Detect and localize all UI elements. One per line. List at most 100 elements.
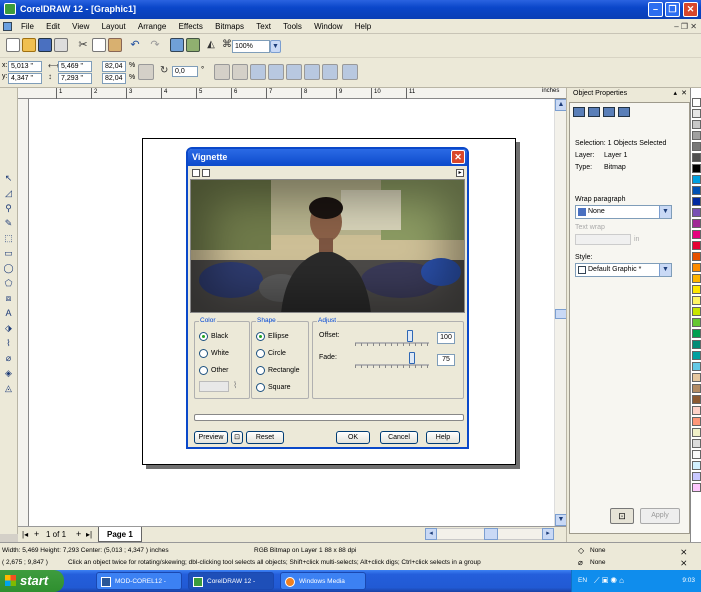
document-icon[interactable] [3, 22, 12, 31]
palette-swatch[interactable] [692, 296, 701, 305]
edit-bitmap-icon[interactable] [268, 64, 284, 80]
palette-swatch[interactable] [692, 263, 701, 272]
palette-swatch[interactable] [692, 395, 701, 404]
palette-swatch[interactable] [692, 197, 701, 206]
horizontal-scrollbar[interactable]: ◂ ▸ [425, 528, 554, 540]
add-page-icon[interactable]: + [76, 527, 81, 542]
palette-swatch[interactable] [692, 472, 701, 481]
menu-arrange[interactable]: Arrange [133, 19, 171, 34]
chevron-down-icon[interactable]: ▼ [659, 264, 671, 276]
wrap-text-icon[interactable] [250, 64, 266, 80]
new-icon[interactable] [6, 38, 20, 52]
height-field[interactable]: 7,293 " [58, 73, 92, 84]
start-button[interactable]: start [0, 570, 64, 592]
lock-ratio-icon[interactable] [138, 64, 154, 80]
palette-swatch[interactable] [692, 98, 701, 107]
palette-swatch[interactable] [692, 219, 701, 228]
pick-tool-icon[interactable]: ↖ [2, 172, 15, 184]
zoom-dropdown-icon[interactable]: ▼ [270, 40, 281, 53]
eyedropper-icon[interactable]: ⌇ [233, 380, 237, 391]
palette-swatch[interactable] [692, 329, 701, 338]
undo-icon[interactable]: ↶ [128, 38, 142, 52]
freehand-tool-icon[interactable]: ✎ [2, 217, 15, 229]
menu-bitmaps[interactable]: Bitmaps [210, 19, 249, 34]
palette-swatch[interactable] [692, 439, 701, 448]
polygon-tool-icon[interactable]: ⬠ [2, 277, 15, 289]
other-color-picker[interactable] [199, 381, 229, 392]
print-icon[interactable] [54, 38, 68, 52]
palette-swatch[interactable] [692, 406, 701, 415]
palette-swatch[interactable] [692, 340, 701, 349]
fill-tool-icon[interactable]: ◈ [2, 367, 15, 379]
to-front-icon[interactable] [342, 64, 358, 80]
palette-swatch[interactable] [692, 318, 701, 327]
vignette-preview-image[interactable] [190, 179, 465, 313]
bitmap-color-mask-icon[interactable] [304, 64, 320, 80]
horizontal-scroll-thumb[interactable] [484, 528, 498, 540]
taskbar-item-word[interactable]: MOD-COREL12 - Micr... [96, 572, 182, 590]
palette-swatch[interactable] [692, 428, 701, 437]
offset-slider-thumb[interactable] [407, 330, 413, 342]
scale-width-field[interactable]: 82,04 [102, 61, 126, 72]
palette-swatch[interactable] [692, 274, 701, 283]
fade-slider[interactable] [355, 352, 429, 368]
scale-height-field[interactable]: 82,04 [102, 73, 126, 84]
offset-slider[interactable] [355, 330, 429, 346]
zoom-level-field[interactable]: 100% [232, 40, 270, 53]
wrap-paragraph-select[interactable]: None ▼ [575, 205, 672, 219]
palette-swatch[interactable] [692, 483, 701, 492]
palette-swatch[interactable] [692, 164, 701, 173]
lock-icon[interactable]: ⊡ [610, 508, 634, 524]
palette-swatch[interactable] [692, 131, 701, 140]
language-indicator[interactable]: EN [578, 570, 587, 592]
dialog-close-button[interactable]: ✕ [451, 150, 465, 164]
mirror-horizontal-icon[interactable] [214, 64, 230, 80]
cut-icon[interactable]: ✂ [76, 38, 90, 52]
palette-swatch[interactable] [692, 153, 701, 162]
trace-bitmap-icon[interactable] [286, 64, 302, 80]
outline-none-swatch-icon[interactable]: ⨯ [680, 558, 688, 569]
preview-button[interactable]: Preview [194, 431, 228, 444]
outline-tool-icon[interactable]: ⌀ [2, 352, 15, 364]
save-icon[interactable] [38, 38, 52, 52]
vertical-ruler[interactable] [18, 99, 29, 526]
resample-icon[interactable] [322, 64, 338, 80]
redo-icon[interactable]: ↷ [148, 38, 162, 52]
menu-help[interactable]: Help [350, 19, 376, 34]
palette-swatch[interactable] [692, 208, 701, 217]
outline-tab-icon[interactable] [588, 107, 600, 117]
expand-icon[interactable]: ▸ [456, 169, 464, 177]
palette-swatch[interactable] [692, 351, 701, 360]
palette-swatch[interactable] [692, 450, 701, 459]
tray-icons[interactable]: ⟋ ▣ ◉ ⌂ [594, 570, 624, 592]
palette-swatch[interactable] [692, 175, 701, 184]
copy-icon[interactable] [92, 38, 106, 52]
maximize-button[interactable]: ❐ [665, 2, 680, 17]
palette-swatch[interactable] [692, 186, 701, 195]
bitmap-tab-icon[interactable] [603, 107, 615, 117]
fade-slider-thumb[interactable] [409, 352, 415, 364]
menu-tools[interactable]: Tools [278, 19, 307, 34]
shape-square-radio[interactable]: Square [256, 383, 291, 393]
color-black-radio[interactable]: Black [199, 332, 228, 342]
apply-button[interactable]: Apply [640, 508, 680, 524]
palette-swatch[interactable] [692, 120, 701, 129]
horizontal-ruler[interactable]: 1 2 3 4 5 6 7 8 9 10 11 inches [18, 88, 566, 99]
ok-button[interactable]: OK [336, 431, 370, 444]
rotation-angle-field[interactable]: 0,0 [172, 66, 198, 77]
preview-mode-single-icon[interactable] [192, 169, 200, 177]
color-white-radio[interactable]: White [199, 349, 229, 359]
fade-value-field[interactable]: 75 [437, 354, 455, 366]
palette-swatch[interactable] [692, 362, 701, 371]
export-icon[interactable] [186, 38, 200, 52]
shape-circle-radio[interactable]: Circle [256, 349, 286, 359]
previous-page-icon[interactable]: + [34, 527, 39, 542]
minimize-button[interactable]: – [648, 2, 663, 17]
palette-swatch[interactable] [692, 241, 701, 250]
scroll-right-icon[interactable]: ▸ [542, 528, 554, 540]
close-button[interactable]: ✕ [683, 2, 698, 17]
style-select[interactable]: Default Graphic * ▼ [575, 263, 672, 277]
mirror-vertical-icon[interactable] [232, 64, 248, 80]
taskbar-item-coreldraw[interactable]: CorelDRAW 12 - [Gra... [188, 572, 274, 590]
width-field[interactable]: 5,469 " [58, 61, 92, 72]
